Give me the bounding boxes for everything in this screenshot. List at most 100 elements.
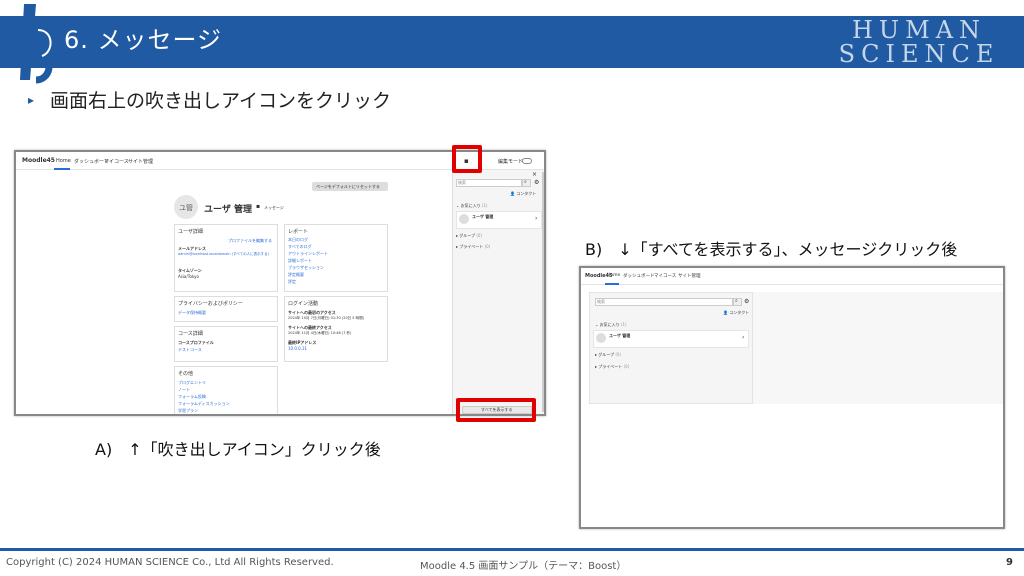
all-logs-link[interactable]: すべてのログ	[288, 244, 312, 250]
copyright: Copyright (C) 2024 HUMAN SCIENCE Co., Lt…	[6, 557, 334, 568]
highlight-message-icon	[452, 145, 482, 173]
avatar-initials: ユ管	[179, 204, 193, 212]
message-link[interactable]: メッセージ	[264, 205, 284, 211]
search-placeholder-b: 検索	[597, 299, 605, 304]
conversation-avatar	[459, 214, 469, 224]
grades-overview-link[interactable]: 評定概要	[288, 272, 304, 278]
caption-b: B) ↓「すべてを表示する」、メッセージクリック後	[585, 240, 958, 259]
highlight-show-all	[456, 398, 536, 422]
drawer-starred-count: (1)	[481, 203, 488, 208]
screenshot-b: Moodle45 Home ダッシュボード マイコース サイト管理 検索 ⌕ ⚙…	[579, 266, 1005, 529]
learning-plans-link[interactable]: 学習プラン	[178, 408, 198, 414]
nav-site-admin-b[interactable]: サイト管理	[678, 273, 701, 279]
conversation-panel	[753, 292, 1003, 404]
login-activity-heading: ログイン活動	[288, 301, 319, 307]
complete-report-link[interactable]: 詳細レポート	[288, 258, 312, 264]
privacy-heading: プライバシーおよびポリシー	[178, 301, 243, 307]
last-access-value: 2024年 11月 4日(木曜日) 10:46 (7 秒)	[288, 331, 352, 335]
private-count-b: (0)	[623, 364, 630, 369]
notes-link[interactable]: ノート	[178, 387, 190, 393]
misc-heading: その他	[178, 371, 194, 377]
first-access-value: 2024年 10月 7日(月曜日) 01:30 (20日 5 時間)	[288, 316, 364, 320]
contacts-link-b[interactable]: 👤 コンタクト	[723, 310, 749, 316]
brand-line-1: HUMAN	[851, 16, 987, 44]
drawer-private-section[interactable]: ▸ プライベート (0)	[456, 244, 490, 250]
conversation-chevron-icon-b: ›	[742, 334, 745, 341]
drawer-settings-icon[interactable]: ⚙	[534, 179, 539, 186]
nav-dashboard-b[interactable]: ダッシュボード	[623, 273, 655, 279]
blog-link[interactable]: ブログエントリ	[178, 380, 206, 386]
footer-center: Moodle 4.5 画面サンプル（テーマ：Boost）	[420, 561, 627, 572]
forum-posts-link[interactable]: フォーラム投稿	[178, 394, 206, 400]
outline-report-link[interactable]: アウトラインレポート	[288, 251, 328, 257]
brand-line-2: SCIENCE	[838, 40, 1000, 68]
drawer-group-section[interactable]: ▸ グループ (0)	[456, 233, 482, 239]
conversation-avatar-b	[596, 333, 606, 343]
footer-line	[0, 548, 1024, 551]
starred-count-b: (1)	[620, 322, 627, 327]
drawer-private-count: (0)	[484, 244, 491, 249]
test-course-link[interactable]: テストコース	[178, 347, 202, 353]
nav-my-courses[interactable]: マイコース	[104, 158, 129, 165]
conversation-chevron-icon: ›	[535, 215, 538, 222]
group-section-b[interactable]: ▸ グループ (0)	[595, 352, 621, 358]
course-profile-label: コースプロファイル	[178, 340, 214, 345]
profile-user-name: ユーザ 管理	[204, 205, 252, 215]
message-bubble-icon[interactable]: ▪	[256, 203, 260, 210]
drawer-group-count: (0)	[476, 233, 482, 238]
contacts-label-b: コンタクト	[729, 310, 750, 315]
nav-my-courses-b[interactable]: マイコース	[654, 273, 676, 279]
user-details-heading: ユーザ詳細	[178, 229, 203, 235]
course-details-heading: コース詳細	[178, 331, 203, 337]
search-icon-b: ⌕	[735, 298, 738, 304]
slide-title: 6. メッセージ	[64, 26, 223, 54]
bullet-icon: ▸	[28, 93, 35, 107]
browser-sessions-link[interactable]: ブラウザセッション	[288, 265, 324, 271]
drawer-close-icon[interactable]: ×	[532, 171, 537, 178]
drawer-starred-label: お気に入り	[460, 203, 481, 208]
page-number: 9	[1006, 557, 1013, 568]
drawer-search-icon: ⌕	[524, 179, 527, 185]
conversation-name-b: ユーザ 管理	[609, 333, 631, 338]
drawer-search-placeholder: 検索	[458, 180, 466, 185]
starred-label-b: お気に入り	[599, 322, 620, 327]
edit-profile-link[interactable]: プロファイルを編集する	[228, 238, 272, 244]
drawer-contacts-label: コンタクト	[516, 191, 537, 196]
reset-page-label: ページをデフォルトにリセットする	[316, 184, 380, 189]
site-name[interactable]: Moodle45	[22, 157, 55, 164]
nav-home-b[interactable]: Home	[607, 273, 620, 278]
private-section-b[interactable]: ▸ プライベート (0)	[595, 364, 629, 370]
last-ip-value[interactable]: 10.0.0.31	[288, 346, 307, 351]
data-retention-link[interactable]: データ保持概要	[178, 310, 206, 316]
group-count-b: (0)	[615, 352, 621, 357]
screenshot-a: Moodle45 Home ダッシュボード マイコース サイト管理 編集モード …	[14, 150, 546, 416]
drawer-scrollbar[interactable]	[542, 172, 544, 412]
drawer-group-label: グループ	[459, 233, 476, 238]
edit-mode-toggle[interactable]	[522, 158, 532, 164]
reports-heading: レポート	[288, 229, 309, 235]
todays-logs-link[interactable]: 本日のログ	[288, 237, 308, 243]
brand-logo: HUMAN SCIENCE	[834, 18, 1004, 66]
nav-home[interactable]: Home	[56, 158, 71, 164]
edit-mode-label: 編集モード	[498, 159, 524, 165]
private-label-b: プライベート	[598, 364, 623, 369]
caption-a: A) ↑「吹き出しアイコン」クリック後	[95, 440, 381, 459]
conversation-name: ユーザ 管理	[472, 214, 494, 219]
instruction-text: 画面右上の吹き出しアイコンをクリック	[50, 90, 392, 112]
settings-icon-b[interactable]: ⚙	[744, 298, 749, 305]
starred-section-b[interactable]: ⌄ お気に入り (1)	[595, 322, 627, 328]
messages-panel	[589, 292, 753, 404]
drawer-private-label: プライベート	[459, 244, 484, 249]
search-input-b[interactable]	[595, 298, 733, 306]
group-label-b: グループ	[598, 352, 615, 357]
nav-site-admin[interactable]: サイト管理	[128, 158, 153, 165]
nav-active-underline-b	[605, 283, 619, 285]
drawer-contacts-link[interactable]: 👤 コンタクト	[510, 191, 536, 197]
logo-mark-icon	[20, 4, 54, 84]
drawer-starred-section[interactable]: ⌄ お気に入り (1)	[456, 203, 488, 209]
email-value[interactable]: admin@localhost.localdomain (すべての人に表示する)	[178, 252, 274, 257]
slide: 6. メッセージ HUMAN SCIENCE ▸ 画面右上の吹き出しアイコンをク…	[0, 0, 1024, 576]
forum-discussions-link[interactable]: フォーラムディスカッション	[178, 401, 230, 407]
grades-link[interactable]: 評定	[288, 279, 296, 285]
nav-active-underline	[54, 168, 70, 170]
